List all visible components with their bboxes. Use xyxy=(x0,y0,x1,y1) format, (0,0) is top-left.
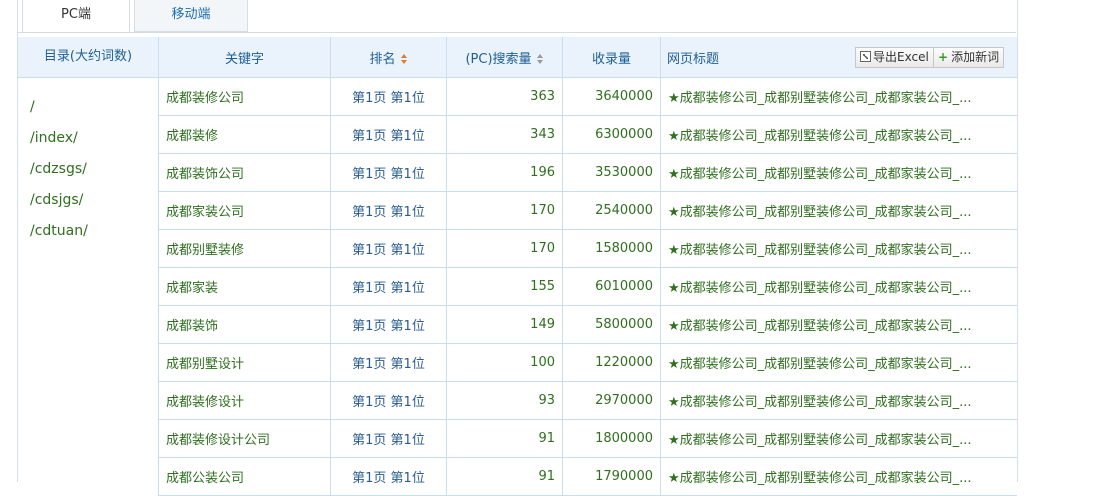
rank-cell: 第1页 第1位 xyxy=(330,381,447,420)
page-title-cell[interactable]: ★成都装修公司_成都别墅装修公司_成都家装公司_... xyxy=(660,191,1017,230)
search-volume-cell: 170 xyxy=(446,229,563,268)
keyword-cell[interactable]: 成都家装公司 xyxy=(158,191,331,230)
table-row: 成都家装公司 第1页 第1位 170 2540000 ★成都装修公司_成都别墅装修公司_… xyxy=(158,191,1017,230)
page-title-cell[interactable]: ★成都装修公司_成都别墅装修公司_成都家装公司_... xyxy=(660,343,1017,382)
column-header-keyword: 关键字 xyxy=(158,37,331,78)
indexed-cell: 6010000 xyxy=(562,267,661,306)
table-row: 成都装饰 第1页 第1位 149 5800000 ★成都装修公司_成都别墅装修公司_成都… xyxy=(158,305,1017,344)
column-header-rank[interactable]: 排名 xyxy=(330,37,447,78)
tab-mobile[interactable]: 移动端 xyxy=(134,0,248,32)
column-header-search-volume[interactable]: (PC)搜索量 xyxy=(446,37,563,78)
page-title-cell[interactable]: ★成都装修公司_成都别墅装修公司_成都家装公司_... xyxy=(660,153,1017,192)
column-header-indexed: 收录量 xyxy=(562,37,661,78)
rank-cell: 第1页 第1位 xyxy=(330,419,447,458)
table-row: 成都装饰公司 第1页 第1位 196 3530000 ★成都装修公司_成都别墅装修公司_… xyxy=(158,153,1017,192)
indexed-cell: 1790000 xyxy=(562,457,661,496)
rank-cell: 第1页 第1位 xyxy=(330,77,447,116)
page-title-cell[interactable]: ★成都装修公司_成都别墅装修公司_成都家装公司_... xyxy=(660,381,1017,420)
search-volume-cell: 93 xyxy=(446,381,563,420)
indexed-cell: 6300000 xyxy=(562,115,661,154)
indexed-cell: 3530000 xyxy=(562,153,661,192)
indexed-cell: 1580000 xyxy=(562,229,661,268)
search-volume-cell: 196 xyxy=(446,153,563,192)
keyword-cell[interactable]: 成都装饰公司 xyxy=(158,153,331,192)
search-volume-cell: 149 xyxy=(446,305,563,344)
keyword-cell[interactable]: 成都装饰 xyxy=(158,305,331,344)
column-header-page-title: 网页标题 导出Excel + 添加新词 xyxy=(660,37,1017,78)
keyword-table: 关键字 排名 (PC)搜索量 收录量 网页标题 导出Excel + 添加新词 成都… xyxy=(158,37,1017,496)
table-row: 成都公装公司 第1页 第1位 91 1790000 ★成都装修公司_成都别墅装修公司_成… xyxy=(158,457,1017,496)
search-volume-cell: 91 xyxy=(446,457,563,496)
search-volume-cell: 170 xyxy=(446,191,563,230)
table-row: 成都别墅设计 第1页 第1位 100 1220000 ★成都装修公司_成都别墅装修公司_… xyxy=(158,343,1017,382)
search-volume-cell: 343 xyxy=(446,115,563,154)
table-row: 成都装修设计 第1页 第1位 93 2970000 ★成都装修公司_成都别墅装修公司_成… xyxy=(158,381,1017,420)
excel-icon xyxy=(860,51,871,62)
directory-panel: 目录(大约词数) / /index/ /cdzsgs/ /cdsjgs/ /cd… xyxy=(18,37,158,482)
tab-pc[interactable]: PC端 xyxy=(22,0,130,33)
page-title-cell[interactable]: ★成都装修公司_成都别墅装修公司_成都家装公司_... xyxy=(660,419,1017,458)
search-volume-cell: 155 xyxy=(446,267,563,306)
table-row: 成都装修设计公司 第1页 第1位 91 1800000 ★成都装修公司_成都别墅装修公司… xyxy=(158,419,1017,458)
page-title-cell[interactable]: ★成都装修公司_成都别墅装修公司_成都家装公司_... xyxy=(660,77,1017,116)
tab-divider xyxy=(18,32,1016,33)
sort-icon[interactable] xyxy=(536,54,544,64)
directory-list: / /index/ /cdzsgs/ /cdsjgs/ /cdtuan/ xyxy=(18,78,158,247)
indexed-cell: 1220000 xyxy=(562,343,661,382)
rank-cell: 第1页 第1位 xyxy=(330,305,447,344)
search-volume-cell: 100 xyxy=(446,343,563,382)
keyword-cell[interactable]: 成都家装 xyxy=(158,267,331,306)
indexed-cell: 2970000 xyxy=(562,381,661,420)
indexed-cell: 2540000 xyxy=(562,191,661,230)
indexed-cell: 5800000 xyxy=(562,305,661,344)
sort-icon[interactable] xyxy=(400,54,408,64)
keyword-cell[interactable]: 成都别墅设计 xyxy=(158,343,331,382)
page-title-cell[interactable]: ★成都装修公司_成都别墅装修公司_成都家装公司_... xyxy=(660,457,1017,496)
page-title-cell[interactable]: ★成都装修公司_成都别墅装修公司_成都家装公司_... xyxy=(660,115,1017,154)
keyword-cell[interactable]: 成都公装公司 xyxy=(158,457,331,496)
table-row: 成都家装 第1页 第1位 155 6010000 ★成都装修公司_成都别墅装修公司_成都… xyxy=(158,267,1017,306)
table-row: 成都装修 第1页 第1位 343 6300000 ★成都装修公司_成都别墅装修公司_成都… xyxy=(158,115,1017,154)
rank-cell: 第1页 第1位 xyxy=(330,457,447,496)
rank-cell: 第1页 第1位 xyxy=(330,115,447,154)
keyword-cell[interactable]: 成都装修 xyxy=(158,115,331,154)
indexed-cell: 1800000 xyxy=(562,419,661,458)
rank-cell: 第1页 第1位 xyxy=(330,191,447,230)
keyword-cell[interactable]: 成都装修公司 xyxy=(158,77,331,116)
directory-item[interactable]: /cdzsgs/ xyxy=(18,154,158,185)
indexed-cell: 3640000 xyxy=(562,77,661,116)
add-keyword-button[interactable]: + 添加新词 xyxy=(933,47,1005,68)
rank-cell: 第1页 第1位 xyxy=(330,343,447,382)
keyword-cell[interactable]: 成都别墅装修 xyxy=(158,229,331,268)
directory-item[interactable]: /cdsjgs/ xyxy=(18,185,158,216)
export-excel-button[interactable]: 导出Excel xyxy=(855,47,934,68)
page-title-cell[interactable]: ★成都装修公司_成都别墅装修公司_成都家装公司_... xyxy=(660,229,1017,268)
directory-item[interactable]: / xyxy=(18,92,158,123)
keyword-cell[interactable]: 成都装修设计 xyxy=(158,381,331,420)
search-volume-cell: 91 xyxy=(446,419,563,458)
rank-cell: 第1页 第1位 xyxy=(330,229,447,268)
table-row: 成都装修公司 第1页 第1位 363 3640000 ★成都装修公司_成都别墅装修公司_… xyxy=(158,77,1017,116)
rank-cell: 第1页 第1位 xyxy=(330,153,447,192)
page-title-cell[interactable]: ★成都装修公司_成都别墅装修公司_成都家装公司_... xyxy=(660,305,1017,344)
page-title-cell[interactable]: ★成都装修公司_成都别墅装修公司_成都家装公司_... xyxy=(660,267,1017,306)
rank-cell: 第1页 第1位 xyxy=(330,267,447,306)
directory-item[interactable]: /cdtuan/ xyxy=(18,216,158,247)
search-volume-cell: 363 xyxy=(446,77,563,116)
directory-item[interactable]: /index/ xyxy=(18,123,158,154)
keyword-cell[interactable]: 成都装修设计公司 xyxy=(158,419,331,458)
directory-header: 目录(大约词数) xyxy=(18,37,158,78)
table-row: 成都别墅装修 第1页 第1位 170 1580000 ★成都装修公司_成都别墅装修公司_… xyxy=(158,229,1017,268)
plus-icon: + xyxy=(938,50,949,64)
